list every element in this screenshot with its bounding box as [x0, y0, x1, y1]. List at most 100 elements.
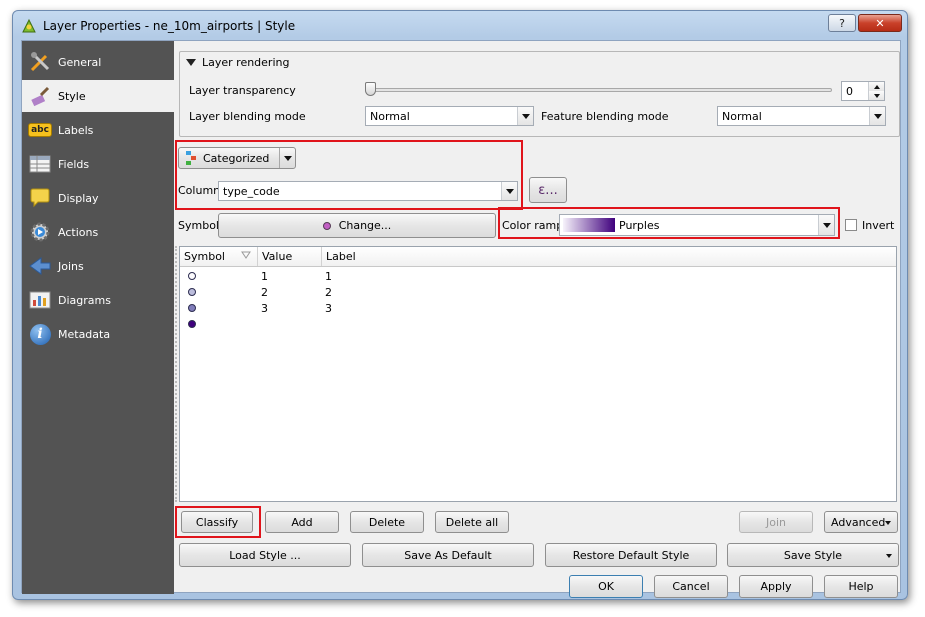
categories-table[interactable]: Symbol Value Label 1 1 2 2 3 3: [179, 246, 897, 502]
style-panel: Layer rendering Layer transparency 0 Lay…: [174, 41, 902, 598]
sidebar-item-diagrams[interactable]: Diagrams: [22, 284, 174, 316]
layer-rendering-group: Layer rendering Layer transparency 0 Lay…: [179, 51, 900, 137]
sidebar-item-fields[interactable]: Fields: [22, 148, 174, 180]
sidebar-item-metadata[interactable]: i Metadata: [22, 318, 174, 350]
advanced-button[interactable]: Advanced: [824, 511, 898, 533]
category-symbol-icon: [188, 320, 196, 328]
category-value: 1: [261, 269, 268, 283]
save-style-button[interactable]: Save Style: [727, 543, 899, 567]
brush-icon: [28, 84, 52, 108]
sidebar-item-joins[interactable]: Joins: [22, 250, 174, 282]
epsilon-expression-icon: ε...: [538, 182, 558, 198]
layer-blending-select[interactable]: Normal: [365, 106, 534, 126]
category-value: 3: [261, 301, 268, 315]
table-icon: [28, 152, 52, 176]
chevron-down-icon: [521, 113, 530, 119]
category-symbol-icon: [188, 272, 196, 280]
transparency-slider-handle[interactable]: [365, 82, 376, 96]
category-value: 2: [261, 285, 268, 299]
chart-icon: [28, 288, 52, 312]
category-label: 2: [325, 285, 332, 299]
table-row[interactable]: 1 1: [180, 268, 896, 284]
tools-icon: [28, 50, 52, 74]
help-title-button[interactable]: ?: [828, 14, 856, 32]
dialog-client: General Style abc Labels Fields Display …: [21, 40, 902, 598]
symbol-preview-icon: [322, 221, 331, 230]
sidebar-item-label: General: [58, 55, 102, 69]
sidebar-item-label: Style: [58, 89, 86, 103]
help-button[interactable]: Help: [824, 575, 898, 598]
arrow-up-icon: [873, 84, 880, 89]
join-button[interactable]: Join: [739, 511, 813, 533]
info-icon: i: [28, 322, 52, 346]
expression-button[interactable]: ε...: [529, 177, 567, 203]
invert-label: Invert: [862, 219, 895, 232]
table-row[interactable]: 3 3: [180, 300, 896, 316]
save-as-default-button[interactable]: Save As Default: [362, 543, 534, 567]
sidebar-item-label: Labels: [58, 123, 94, 137]
feature-blending-label: Feature blending mode: [541, 110, 669, 123]
change-symbol-button[interactable]: Change...: [218, 213, 496, 238]
layer-blending-label: Layer blending mode: [189, 110, 306, 123]
transparency-label: Layer transparency: [189, 84, 296, 97]
category-label: 1: [325, 269, 332, 283]
close-icon: ✕: [875, 16, 885, 30]
table-row[interactable]: 2 2: [180, 284, 896, 300]
sidebar: General Style abc Labels Fields Display …: [22, 41, 174, 594]
sidebar-item-label: Actions: [58, 225, 99, 239]
table-row[interactable]: [180, 316, 896, 332]
gear-play-icon: [28, 220, 52, 244]
spin-up-button[interactable]: [869, 82, 884, 91]
layer-rendering-toggle[interactable]: Layer rendering: [186, 56, 294, 69]
invert-checkbox[interactable]: [845, 219, 857, 231]
color-ramp-highlight-box: [498, 207, 840, 239]
table-header: Symbol Value Label: [180, 247, 896, 267]
window-title: Layer Properties - ne_10m_airports | Sty…: [43, 19, 296, 33]
group-title-label: Layer rendering: [202, 56, 290, 69]
delete-all-button[interactable]: Delete all: [435, 511, 509, 533]
delete-button[interactable]: Delete: [350, 511, 424, 533]
sidebar-item-general[interactable]: General: [22, 46, 174, 78]
sidebar-item-label: Display: [58, 191, 99, 205]
load-style-button[interactable]: Load Style ...: [179, 543, 351, 567]
sidebar-item-style[interactable]: Style: [22, 80, 174, 112]
sort-indicator-icon: [241, 251, 251, 259]
category-symbol-icon: [188, 304, 196, 312]
sidebar-item-label: Diagrams: [58, 293, 111, 307]
column-header-label[interactable]: Label: [322, 247, 896, 266]
sidebar-item-actions[interactable]: Actions: [22, 216, 174, 248]
transparency-value: 0: [846, 85, 853, 98]
restore-default-style-button[interactable]: Restore Default Style: [545, 543, 717, 567]
column-header-symbol[interactable]: Symbol: [180, 247, 258, 266]
transparency-slider-track[interactable]: [365, 88, 832, 92]
category-symbol-icon: [188, 288, 196, 296]
abc-label-icon: abc: [28, 118, 52, 142]
join-arrow-icon: [28, 254, 52, 278]
spin-down-button[interactable]: [869, 91, 884, 100]
feature-blending-select[interactable]: Normal: [717, 106, 886, 126]
arrow-down-icon: [873, 93, 880, 98]
category-label: 3: [325, 301, 332, 315]
close-window-button[interactable]: ✕: [858, 14, 902, 32]
add-button[interactable]: Add: [265, 511, 339, 533]
column-header-value[interactable]: Value: [258, 247, 322, 266]
ok-button[interactable]: OK: [569, 575, 643, 598]
menu-arrow-icon: [886, 554, 892, 558]
sidebar-item-label: Metadata: [58, 327, 111, 341]
title-bar[interactable]: Layer Properties - ne_10m_airports | Sty…: [13, 11, 907, 39]
speech-bubble-icon: [28, 186, 52, 210]
sidebar-item-label: Fields: [58, 157, 90, 171]
splitter-handle[interactable]: [175, 246, 177, 502]
layer-properties-window: Layer Properties - ne_10m_airports | Sty…: [12, 10, 908, 600]
sidebar-item-display[interactable]: Display: [22, 182, 174, 214]
classify-highlight-box: [175, 506, 261, 538]
qgis-app-icon: [22, 18, 36, 33]
renderer-highlight-box: [175, 140, 523, 210]
transparency-spinbox[interactable]: 0: [841, 81, 885, 101]
collapse-triangle-icon: [186, 59, 196, 66]
sidebar-item-labels[interactable]: abc Labels: [22, 114, 174, 146]
cancel-button[interactable]: Cancel: [654, 575, 728, 598]
chevron-down-icon: [873, 113, 882, 119]
sidebar-item-label: Joins: [58, 259, 84, 273]
apply-button[interactable]: Apply: [739, 575, 813, 598]
